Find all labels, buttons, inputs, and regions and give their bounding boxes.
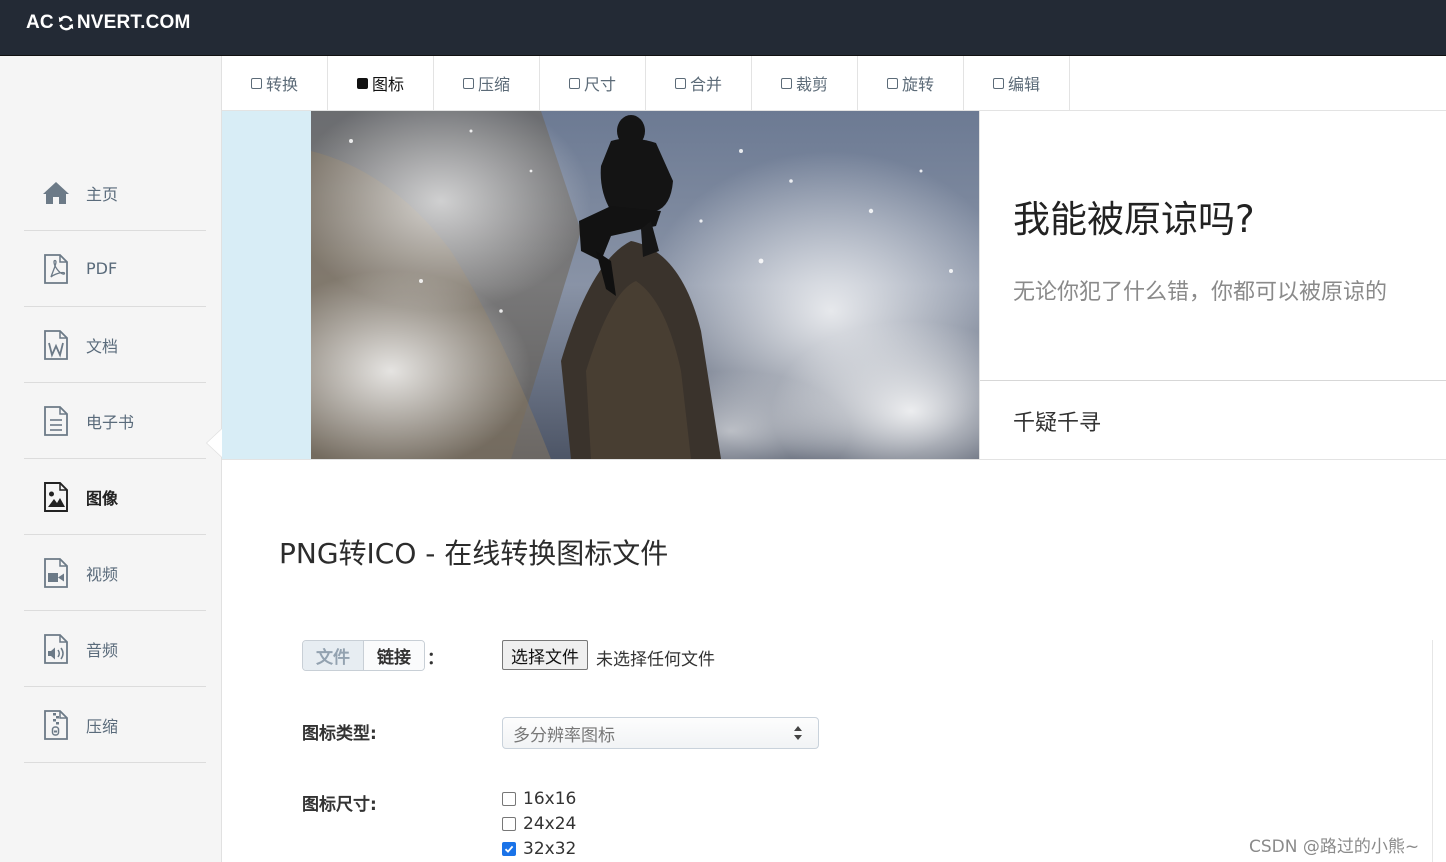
- source-link-option[interactable]: 链接: [364, 641, 424, 670]
- sidebar-item-label: 电子书: [86, 412, 135, 432]
- checkbox-icon: [674, 77, 686, 89]
- archive-icon: [42, 709, 70, 741]
- tab-label: 合并: [689, 75, 722, 94]
- tab-label: 图标: [371, 75, 404, 94]
- icon-type-select[interactable]: 多分辨率图标: [502, 717, 819, 749]
- tab-label: 裁剪: [795, 75, 828, 94]
- checkbox-icon: [568, 77, 580, 89]
- video-icon: [42, 557, 70, 589]
- sidebar-item-document[interactable]: 文档: [24, 307, 206, 383]
- banner-image: [311, 111, 979, 459]
- tab-label: 压缩: [477, 75, 510, 94]
- image-icon: [42, 481, 70, 513]
- banner-card[interactable]: 我能被原谅吗? 无论你犯了什么错，你都可以被原谅的 千疑千寻: [979, 111, 1446, 459]
- size-option-label: 16x16: [523, 789, 577, 809]
- banner-accent-strip: [222, 111, 311, 459]
- size-option-24[interactable]: 24x24: [502, 814, 576, 834]
- sidebar-item-home[interactable]: 主页: [24, 155, 206, 231]
- tab-label: 旋转: [901, 75, 934, 94]
- top-header: AC NVERT.COM: [0, 0, 1446, 56]
- sidebar: 主页 PDF 文档 电子书 图像 视频 音频 压缩: [0, 56, 222, 862]
- tab-resize[interactable]: 尺寸: [540, 56, 646, 110]
- icon-type-value: 多分辨率图标: [513, 725, 615, 746]
- select-arrows-icon: [794, 726, 802, 740]
- checkbox-filled-icon: [356, 77, 368, 89]
- checkbox[interactable]: [502, 792, 516, 806]
- tab-icon[interactable]: 图标: [328, 56, 434, 110]
- banner-photo[interactable]: [311, 111, 979, 459]
- check-icon: [504, 845, 514, 853]
- tab-convert[interactable]: 转换: [222, 56, 328, 110]
- tab-edit[interactable]: 编辑: [964, 56, 1070, 110]
- banner-divider: [980, 380, 1446, 381]
- icon-type-label: 图标类型:: [302, 724, 377, 744]
- home-icon: [42, 177, 70, 209]
- sidebar-item-ebook[interactable]: 电子书: [24, 383, 206, 459]
- size-option-16[interactable]: 16x16: [502, 789, 576, 809]
- checkbox[interactable]: [502, 817, 516, 831]
- size-option-label: 24x24: [523, 814, 577, 834]
- sidebar-item-label: 音频: [86, 640, 119, 660]
- checkbox-icon: [992, 77, 1004, 89]
- sidebar-item-label: 视频: [86, 564, 119, 584]
- sidebar-item-label: 图像: [86, 488, 119, 508]
- sidebar-item-label: PDF: [86, 259, 118, 278]
- icon-size-label: 图标尺寸:: [302, 795, 377, 815]
- word-document-icon: [42, 329, 70, 361]
- tab-label: 编辑: [1007, 75, 1040, 94]
- checkbox-icon: [886, 77, 898, 89]
- active-indicator: [207, 429, 222, 457]
- checkbox-checked[interactable]: [502, 842, 516, 856]
- tab-label: 尺寸: [583, 75, 616, 94]
- sidebar-item-archive[interactable]: 压缩: [24, 687, 206, 763]
- sidebar-item-image[interactable]: 图像: [24, 459, 206, 535]
- sidebar-item-audio[interactable]: 音频: [24, 611, 206, 687]
- tab-rotate[interactable]: 旋转: [858, 56, 964, 110]
- checkbox-icon: [250, 77, 262, 89]
- form-border: [1432, 640, 1433, 862]
- banner-subtitle: 无论你犯了什么错，你都可以被原谅的: [1013, 280, 1388, 305]
- site-logo[interactable]: AC NVERT.COM: [26, 12, 191, 34]
- source-toggle: 文件 链接: [302, 640, 425, 671]
- tool-tabs: 转换 图标 压缩 尺寸 合并 裁剪 旋转 编辑: [222, 56, 1446, 111]
- file-status: 未选择任何文件: [596, 650, 715, 670]
- checkbox-icon: [780, 77, 792, 89]
- promo-banner: 我能被原谅吗? 无论你犯了什么错，你都可以被原谅的 千疑千寻: [222, 111, 1446, 460]
- banner-title: 我能被原谅吗?: [1013, 198, 1255, 241]
- ebook-icon: [42, 405, 70, 437]
- sidebar-item-label: 压缩: [86, 716, 119, 736]
- banner-footer: 千疑千寻: [1013, 411, 1102, 436]
- source-file-option[interactable]: 文件: [303, 641, 364, 670]
- choose-file-button[interactable]: 选择文件: [502, 640, 588, 670]
- sidebar-item-pdf[interactable]: PDF: [24, 231, 206, 307]
- tab-merge[interactable]: 合并: [646, 56, 752, 110]
- logo-text-right: NVERT.COM: [76, 12, 191, 33]
- tab-crop[interactable]: 裁剪: [752, 56, 858, 110]
- sidebar-item-label: 主页: [86, 184, 119, 204]
- sidebar-item-video[interactable]: 视频: [24, 535, 206, 611]
- audio-icon: [42, 633, 70, 665]
- logo-text-left: AC: [26, 12, 54, 33]
- sidebar-item-label: 文档: [86, 336, 119, 356]
- checkbox-icon: [462, 77, 474, 89]
- size-option-32[interactable]: 32x32: [502, 839, 576, 859]
- source-colon: ：: [427, 649, 444, 669]
- tab-label: 转换: [265, 75, 298, 94]
- size-option-label: 32x32: [523, 839, 577, 859]
- refresh-cycle-icon: [58, 15, 74, 31]
- watermark: CSDN @路过的小熊~: [1249, 837, 1420, 857]
- tab-compress[interactable]: 压缩: [434, 56, 540, 110]
- page-title: PNG转ICO - 在线转换图标文件: [279, 537, 669, 570]
- pdf-icon: [42, 253, 70, 285]
